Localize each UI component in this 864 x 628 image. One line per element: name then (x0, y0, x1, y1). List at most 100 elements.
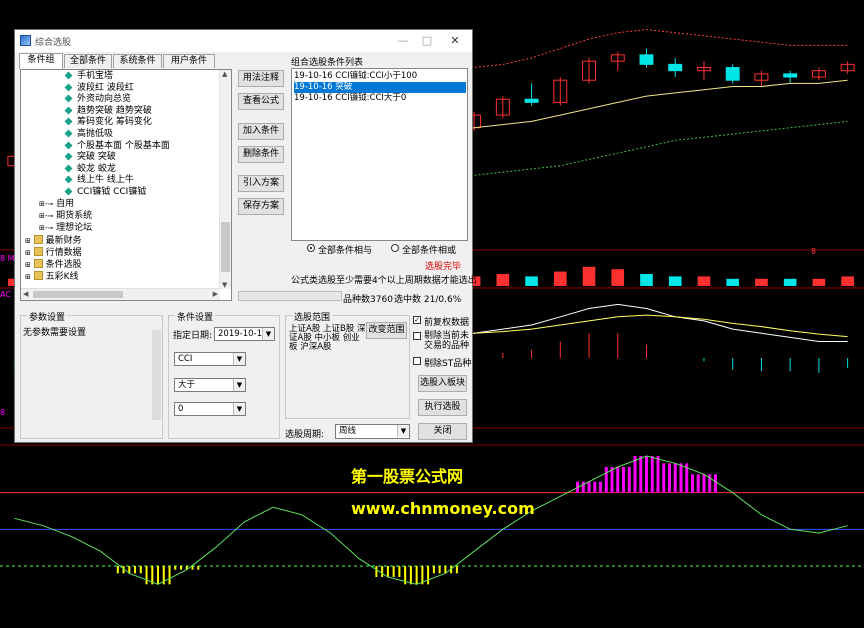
scroll-thumb[interactable] (33, 291, 123, 298)
fuquan-checkbox[interactable]: ✓ (413, 316, 421, 324)
volume-bar (496, 274, 510, 286)
folder-icon (33, 235, 43, 244)
folder-icon (33, 259, 43, 268)
total-count: 品种数3760 (343, 295, 393, 305)
add-to-block-button[interactable]: 选股入板块 (418, 375, 467, 392)
exclude-st-checkbox[interactable] (413, 357, 421, 365)
list-item[interactable]: 19-10-16 CCI镰钺:CCI大于0 (294, 93, 466, 104)
minimize-icon[interactable]: — (393, 32, 413, 49)
list-item-selected[interactable]: 19-10-16 突破 (294, 82, 466, 93)
delete-condition-button[interactable]: 删除条件 (238, 146, 284, 163)
import-plan-button[interactable]: 引入方案 (238, 175, 284, 192)
change-range-button[interactable]: 改变范围 (366, 322, 407, 339)
scope-group: 选股范围 上证A股 上证B股 深证A股 中小板 创业板 沪深A股 改变范围 (285, 310, 410, 419)
tree-horizontal-scrollbar[interactable]: ◀ ▶ (21, 288, 220, 300)
tree-formula-item[interactable]: 趋势突破 趋势突破 (64, 106, 152, 117)
chevron-down-icon[interactable]: ▼ (397, 425, 409, 437)
formula-icon (64, 187, 73, 196)
chevron-down-icon[interactable]: ▼ (233, 353, 245, 365)
scroll-up-icon[interactable]: ▲ (222, 70, 227, 78)
tab-condition-group[interactable]: 条件组 (19, 53, 63, 69)
list-item[interactable]: 19-10-16 CCI镰钺:CCI小于100 (294, 71, 466, 82)
volume-bar (726, 278, 740, 286)
chevron-down-icon[interactable]: ▼ (262, 328, 274, 340)
close-icon[interactable]: ✕ (445, 32, 465, 49)
tree-folder-market[interactable]: ⊞ 行情数据 (25, 247, 82, 258)
period-label: 选股周期: (285, 430, 325, 440)
tree-formula-item[interactable]: 蛟龙 蛟龙 (64, 164, 116, 175)
exclude-no-trade-label: 剔除当前未交易的品种 (424, 331, 470, 351)
formula-icon (64, 117, 73, 126)
formula-icon (64, 71, 73, 80)
combined-condition-list[interactable]: 19-10-16 CCI镰钺:CCI小于100 19-10-16 突破 19-1… (291, 68, 468, 241)
tree-formula-item[interactable]: 外资动向总览 (64, 94, 131, 105)
tab-user-conditions[interactable]: 用户条件 (163, 54, 215, 68)
scroll-right-icon[interactable]: ▶ (213, 290, 218, 298)
chevron-down-icon[interactable]: ▼ (233, 379, 245, 391)
folder-icon (33, 247, 43, 256)
tab-system-conditions[interactable]: 系统条件 (113, 54, 162, 68)
volume-bar (582, 266, 596, 286)
candle-body (524, 98, 539, 103)
params-group-title: 参数设置 (27, 310, 68, 323)
period-select[interactable]: 周线 ▼ (335, 424, 410, 439)
tab-all-conditions[interactable]: 全部条件 (64, 54, 112, 68)
params-group: 参数设置 无参数需要设置 (20, 310, 163, 439)
radio-or[interactable] (391, 244, 399, 252)
view-formula-button[interactable]: 查看公式 (238, 93, 284, 110)
kdj-side-label: 8 (0, 408, 6, 417)
tree-formula-item[interactable]: 筹码变化 筹码变化 (64, 117, 152, 128)
volume-bar (812, 278, 826, 286)
volume-side-label: 8 M (0, 254, 15, 263)
add-condition-button[interactable]: 加入条件 (238, 123, 284, 140)
candle-body (783, 73, 798, 78)
tree-formula-item[interactable]: 线上牛 线上牛 (64, 175, 134, 186)
chevron-down-icon[interactable]: ▼ (233, 403, 245, 415)
params-scrollbar[interactable] (152, 330, 161, 420)
formula-icon (64, 94, 73, 103)
scroll-thumb[interactable] (221, 222, 230, 272)
formula-icon (64, 141, 73, 150)
tree-formula-item[interactable]: 突破 突破 (64, 152, 116, 163)
radio-and[interactable] (307, 244, 315, 252)
volume-bar (611, 269, 625, 286)
usage-button[interactable]: 用法注释 (238, 70, 284, 87)
formula-icon (64, 83, 73, 92)
close-button[interactable]: 关闭 (418, 423, 467, 440)
progress-bar (238, 291, 342, 301)
exclude-no-trade-checkbox[interactable] (413, 332, 421, 340)
scroll-down-icon[interactable]: ▼ (222, 281, 227, 289)
tree-node-futures[interactable]: ⊞-⊸ 期货系统 (39, 211, 92, 222)
tree-formula-item[interactable]: 手机宝塔 (64, 71, 113, 82)
date-picker[interactable]: 2019-10-16 ▼ (214, 327, 275, 341)
tree-node-forum[interactable]: ⊞-⊸ 理想论坛 (39, 223, 92, 234)
watermark-name: 第一股票公式网 (351, 467, 464, 486)
tree-vertical-scrollbar[interactable]: ▲ ▼ (219, 70, 231, 289)
condition-tree[interactable]: 手机宝塔 波段红 波段红 外资动向总览 趋势突破 趋势突破 筹码变化 筹码变化 高抛低吸个… (20, 69, 232, 301)
app-icon (20, 35, 31, 46)
formula-icon (64, 106, 73, 115)
tree-folder-color-k[interactable]: ⊞ 五彩K线 (25, 271, 79, 282)
candle-body (725, 67, 740, 81)
title-bar[interactable]: 综合选股 — □ ✕ (15, 30, 472, 52)
maximize-icon[interactable]: □ (417, 32, 437, 49)
indicator-select[interactable]: CCI ▼ (174, 352, 246, 366)
tree-formula-item[interactable]: CCI镰钺 CCI镰钺 (64, 187, 146, 198)
save-plan-button[interactable]: 保存方案 (238, 198, 284, 215)
operator-select[interactable]: 大于 ▼ (174, 378, 246, 392)
scope-group-title: 选股范围 (292, 310, 333, 323)
date-label: 指定日期: (173, 331, 213, 341)
formula-note: 公式类选股至少需要4个以上周期数据才能选出 (291, 276, 477, 286)
tree-folder-finance[interactable]: ⊞ 最新财务 (25, 235, 82, 246)
condition-group: 条件设置 指定日期: 2019-10-16 ▼ CCI ▼ 大于 ▼ 0 ▼ (168, 310, 280, 439)
tree-node-ziyong[interactable]: ⊞-⊸ 自用 (39, 199, 74, 210)
tree-formula-item[interactable]: 波段红 波段红 (64, 83, 134, 94)
volume-bar (553, 271, 567, 286)
tree-formula-item[interactable]: 个股基本面 个股基本面 (64, 141, 170, 152)
chart-marker-label: 8 (811, 247, 817, 256)
tree-formula-item[interactable]: 高抛低吸 (64, 129, 113, 140)
tree-folder-selection[interactable]: ⊞ 条件选股 (25, 259, 82, 270)
execute-button[interactable]: 执行选股 (418, 399, 467, 416)
value-select[interactable]: 0 ▼ (174, 402, 246, 416)
scroll-left-icon[interactable]: ◀ (23, 290, 28, 298)
